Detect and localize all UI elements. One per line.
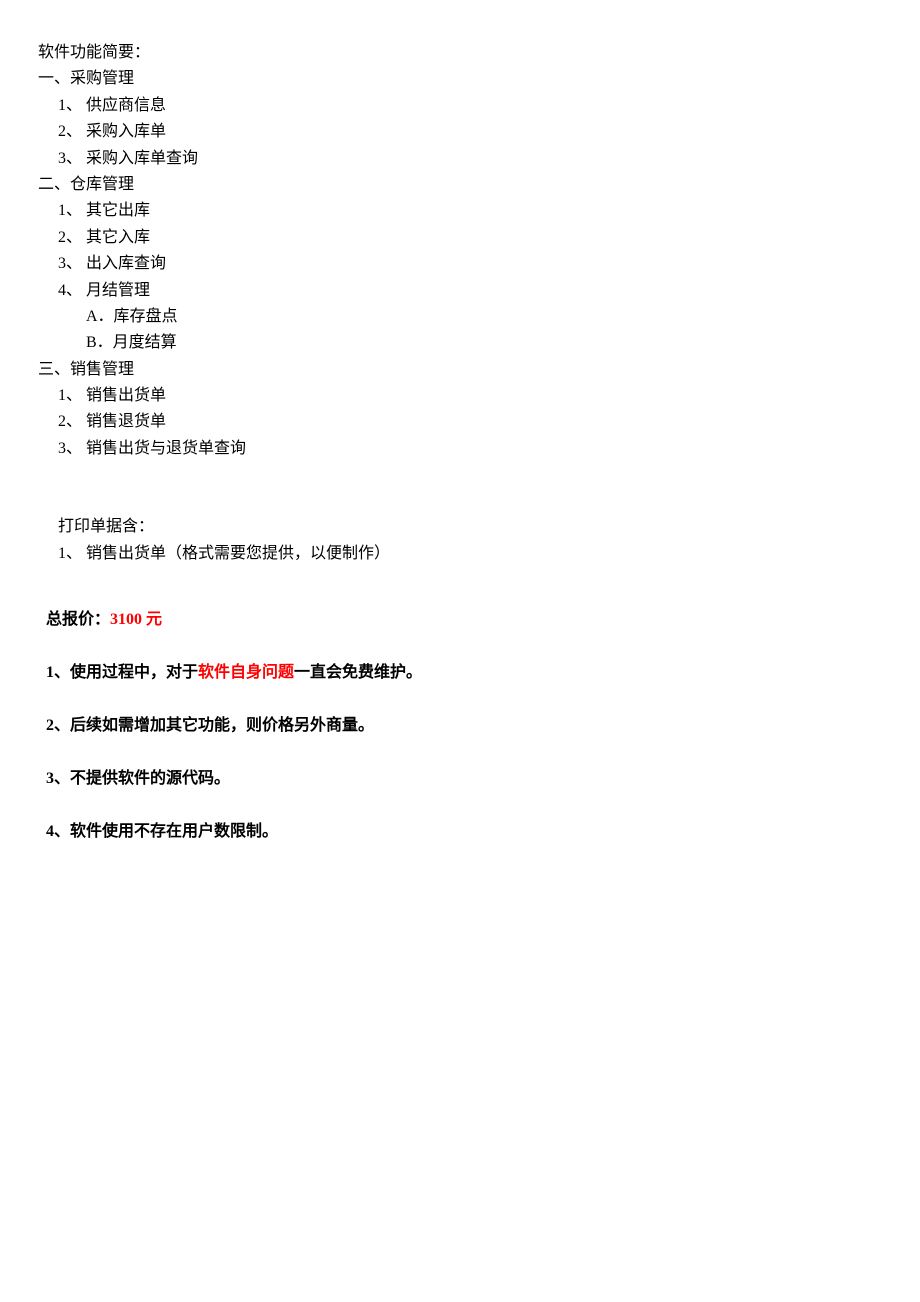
price-value: 3100 元 <box>110 611 162 628</box>
sublist-item: B．月度结算 <box>86 330 882 356</box>
section-heading: 二、仓库管理 <box>38 172 882 198</box>
spacer <box>38 462 882 488</box>
list-item: 1、 供应商信息 <box>58 93 882 119</box>
note-prefix: 4、软件使用不存在用户数限制。 <box>46 823 278 840</box>
note-item: 3、不提供软件的源代码。 <box>38 739 882 792</box>
sublist-item: A．库存盘点 <box>86 304 882 330</box>
list-item: 1、 销售出货单 <box>58 383 882 409</box>
note-red: 软件自身问题 <box>198 664 294 681</box>
note-item: 4、软件使用不存在用户数限制。 <box>38 792 882 845</box>
list-item: 3、 销售出货与退货单查询 <box>58 436 882 462</box>
list-item: 4、 月结管理 <box>58 278 882 304</box>
spacer <box>38 567 882 581</box>
list-item: 2、 销售退货单 <box>58 409 882 435</box>
note-item: 1、使用过程中，对于软件自身问题一直会免费维护。 <box>38 634 882 687</box>
list-item: 1、 其它出库 <box>58 198 882 224</box>
print-heading: 打印单据含： <box>58 514 882 540</box>
note-prefix: 2、后续如需增加其它功能，则价格另外商量。 <box>46 717 374 734</box>
list-item: 2、 采购入库单 <box>58 119 882 145</box>
print-item: 1、 销售出货单（格式需要您提供，以便制作） <box>58 541 882 567</box>
section-heading: 一、采购管理 <box>38 66 882 92</box>
doc-title: 软件功能简要： <box>38 40 882 66</box>
price-label: 总报价： <box>46 611 110 628</box>
list-item: 3、 出入库查询 <box>58 251 882 277</box>
note-prefix: 3、不提供软件的源代码。 <box>46 770 230 787</box>
total-price: 总报价：3100 元 <box>38 581 882 634</box>
list-item: 3、 采购入库单查询 <box>58 146 882 172</box>
note-item: 2、后续如需增加其它功能，则价格另外商量。 <box>38 687 882 740</box>
note-prefix: 1、使用过程中，对于 <box>46 664 198 681</box>
list-item: 2、 其它入库 <box>58 225 882 251</box>
note-suffix: 一直会免费维护。 <box>294 664 422 681</box>
spacer <box>38 488 882 514</box>
section-heading: 三、销售管理 <box>38 357 882 383</box>
